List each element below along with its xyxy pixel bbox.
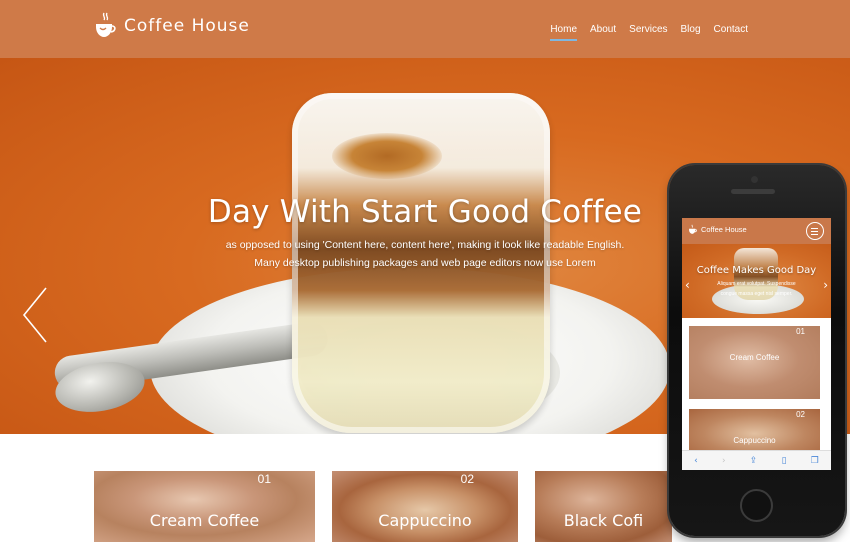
mobile-chevron-left-icon[interactable]: ‹ — [685, 278, 690, 292]
mobile-card-number: 01 — [796, 327, 805, 336]
phone-screen: Coffee House Coffee Makes Good Day Aliqu… — [682, 218, 831, 470]
mobile-navbar: Coffee House — [682, 218, 831, 244]
phone-speaker — [731, 189, 775, 194]
mobile-cream-coffee-photo — [689, 326, 820, 399]
black-coffee-photo — [535, 471, 672, 542]
brand-logo[interactable]: Coffee House — [94, 12, 250, 40]
phone-home-button — [740, 489, 773, 522]
top-navbar: Coffee House Home About Services Blog Co… — [0, 0, 850, 58]
mobile-brand-name: Coffee House — [701, 225, 747, 234]
card-number: 01 — [257, 472, 271, 486]
bookmarks-icon[interactable]: ▯ — [782, 456, 787, 466]
mobile-hero: Coffee Makes Good Day Aliquam erat volut… — [682, 244, 831, 318]
mobile-card-label: Cappuccino — [733, 436, 776, 445]
mobile-coffee-card[interactable]: 01 Cream Coffee — [689, 326, 820, 399]
cream-coffee-photo — [94, 471, 315, 542]
mobile-card-number: 02 — [796, 410, 805, 419]
back-icon[interactable]: ‹ — [694, 456, 698, 466]
coffee-card[interactable]: 01 Cream Coffee — [94, 471, 315, 542]
mobile-browser-toolbar: ‹ › ⇪ ▯ ❐ — [682, 450, 831, 470]
mobile-chevron-right-icon[interactable]: › — [823, 278, 828, 292]
card-label: Cream Coffee — [149, 511, 260, 530]
mobile-card-label: Cream Coffee — [729, 353, 780, 362]
coffee-card[interactable]: Black Cofi — [535, 471, 672, 542]
page: Coffee House Home About Services Blog Co… — [0, 0, 850, 542]
coffee-cup-icon — [96, 12, 116, 37]
hero-foam-spot — [332, 133, 442, 179]
mobile-brand[interactable]: Coffee House — [688, 224, 747, 235]
card-label: Cappuccino — [378, 511, 472, 530]
cappuccino-photo — [332, 471, 518, 542]
mobile-hero-title: Coffee Makes Good Day — [696, 265, 817, 276]
nav-services[interactable]: Services — [629, 24, 667, 41]
tabs-icon[interactable]: ❐ — [811, 456, 819, 466]
nav-contact[interactable]: Contact — [714, 24, 748, 41]
hamburger-menu-icon[interactable] — [806, 222, 824, 240]
chevron-left-icon[interactable] — [22, 286, 52, 344]
phone-camera — [751, 176, 758, 183]
card-label: Black Cofi — [563, 511, 644, 530]
mobile-hero-line-2: congue massa eget nisl semper. — [720, 291, 793, 297]
share-icon[interactable]: ⇪ — [750, 456, 758, 466]
card-number: 02 — [460, 472, 474, 486]
nav-home[interactable]: Home — [550, 24, 577, 41]
forward-icon[interactable]: › — [722, 456, 726, 466]
brand-name: Coffee House — [124, 16, 250, 36]
nav-about[interactable]: About — [590, 24, 616, 41]
mobile-coffee-card[interactable]: 02 Cappuccino — [689, 409, 820, 450]
main-nav: Home About Services Blog Contact — [550, 24, 748, 41]
mobile-hero-line-1: Aliquam erat volutpat. Suspendisse — [717, 281, 796, 287]
nav-blog[interactable]: Blog — [681, 24, 701, 41]
coffee-card[interactable]: 02 Cappuccino — [332, 471, 518, 542]
coffee-cup-icon — [689, 224, 697, 234]
